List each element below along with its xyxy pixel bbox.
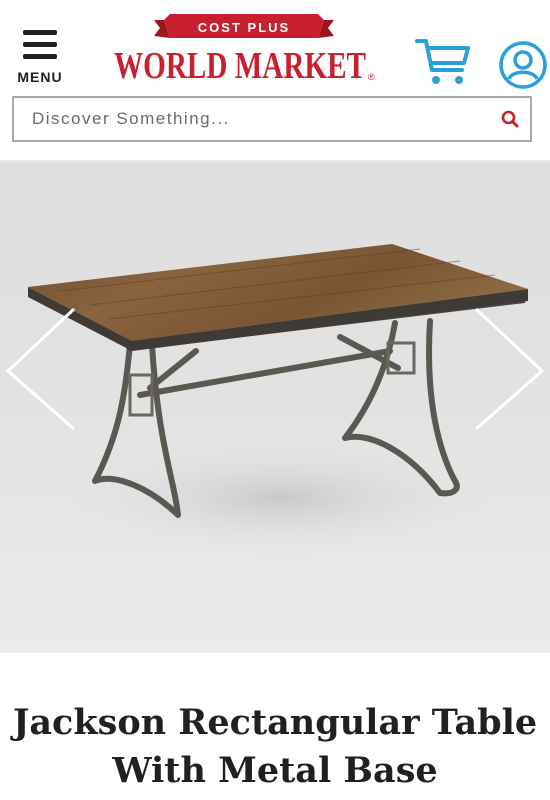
next-image-button[interactable] (470, 303, 550, 433)
cart-icon (415, 39, 470, 72)
chevron-right-icon (474, 307, 545, 431)
hamburger-icon (23, 30, 57, 66)
previous-image-button[interactable] (0, 303, 80, 433)
product-gallery (0, 163, 550, 653)
cart-button[interactable] (414, 36, 472, 88)
world-market-logo[interactable]: COST PLUS WORLD MARKET ® (112, 12, 376, 90)
account-button[interactable] (498, 40, 548, 90)
menu-label: MENU (17, 69, 63, 85)
menu-button[interactable]: MENU (14, 26, 66, 88)
site-header: MENU COST PLUS WORLD MARKET ® (0, 0, 550, 160)
search-icon (501, 110, 519, 128)
search-input[interactable] (14, 97, 490, 141)
product-image[interactable] (0, 163, 550, 653)
logo-wordmark: WORLD MARKET (114, 45, 366, 87)
search-button[interactable] (490, 98, 530, 140)
logo-registered-mark: ® (368, 72, 375, 82)
product-info: Jackson Rectangular Table With Metal Bas… (0, 653, 550, 800)
product-title: Jackson Rectangular Table With Metal Bas… (12, 702, 538, 791)
user-icon (499, 41, 547, 89)
search-bar (12, 96, 532, 142)
logo-tagline: COST PLUS (198, 20, 290, 35)
chevron-left-icon (5, 307, 76, 431)
